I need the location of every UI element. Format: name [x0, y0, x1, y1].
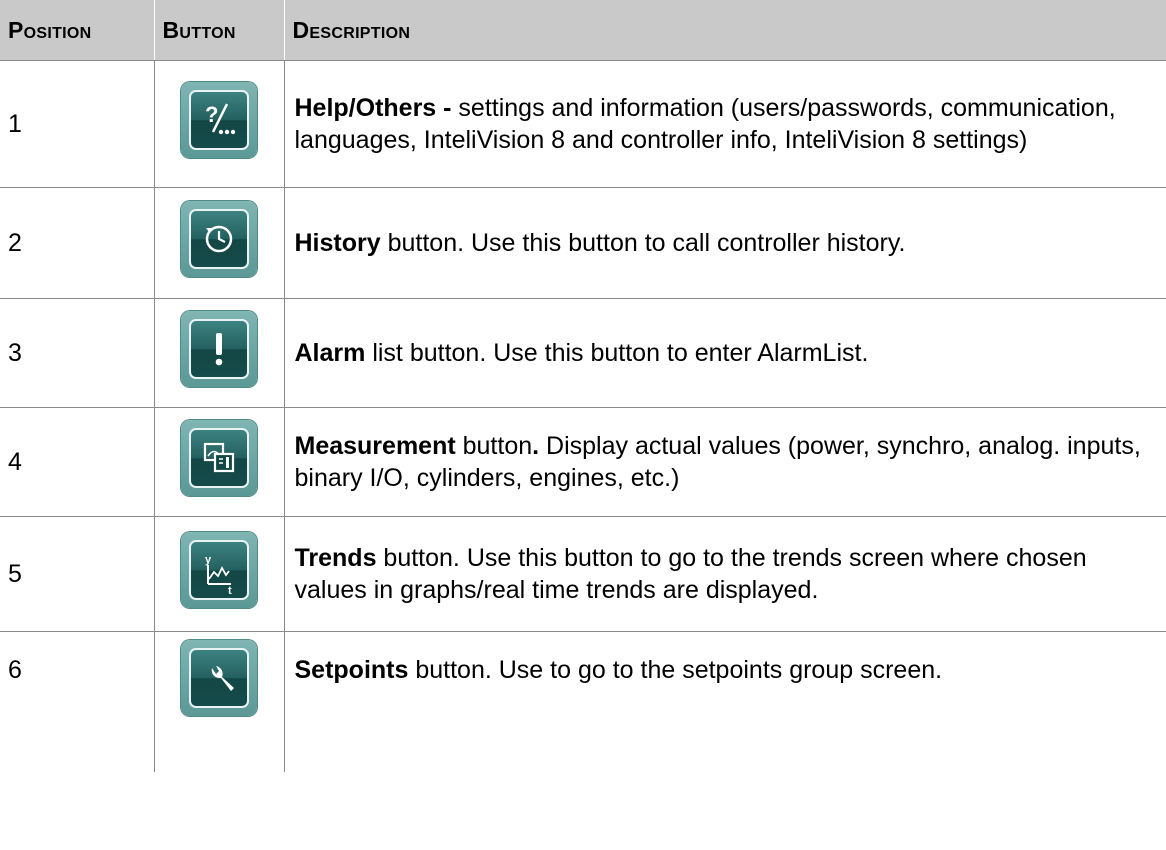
row-position: 3 [0, 298, 154, 408]
history-icon [205, 225, 233, 253]
alarm-button[interactable] [181, 311, 257, 387]
setpoints-button[interactable] [181, 640, 257, 716]
table-row: 4 Measurement button. Display actual val… [0, 407, 1166, 517]
table-row: 6 Setpoints button. Use to go to the set… [0, 631, 1166, 772]
measurement-icon [203, 442, 235, 473]
row-position: 2 [0, 187, 154, 299]
trends-icon: y t [205, 554, 232, 597]
header-position: Position [0, 0, 154, 61]
row-position: 1 [0, 60, 154, 188]
row-position: 5 [0, 516, 154, 632]
row-description: Setpoints button. Use to go to the setpo… [283, 631, 1166, 772]
help-others-button[interactable]: ? [181, 82, 257, 158]
history-button[interactable] [181, 201, 257, 277]
measurement-button[interactable] [181, 420, 257, 496]
svg-text:y: y [205, 554, 212, 566]
table-row: 3 Alarm list button. Use this button to … [0, 298, 1166, 408]
row-description: Help/Others - settings and information (… [283, 60, 1166, 188]
header-description: Description [283, 0, 1166, 61]
row-position: 4 [0, 407, 154, 517]
table-row: 1 ? Help/Others - settings and informati… [0, 60, 1166, 188]
row-description: Measurement button. Display actual value… [283, 407, 1166, 517]
row-description: Alarm list button. Use this button to en… [283, 298, 1166, 408]
header-button: Button [153, 0, 284, 61]
help-others-icon: ? [205, 102, 236, 135]
row-description: History button. Use this button to call … [283, 187, 1166, 299]
row-position: 6 [8, 656, 22, 684]
svg-text:t: t [228, 585, 232, 597]
table-row: 2 History button. Use this button to cal… [0, 187, 1166, 299]
setpoints-wrench-icon [211, 666, 234, 691]
trends-button[interactable]: y t [181, 532, 257, 608]
table-row: 5 y t Trends button. Use this button to … [0, 516, 1166, 632]
table-header-row: Position Button Description [0, 0, 1166, 61]
row-description: Trends button. Use this button to go to … [283, 516, 1166, 632]
button-description-table: Position Button Description 1 ? Help/Oth… [0, 0, 1166, 772]
alarm-icon [215, 333, 223, 366]
